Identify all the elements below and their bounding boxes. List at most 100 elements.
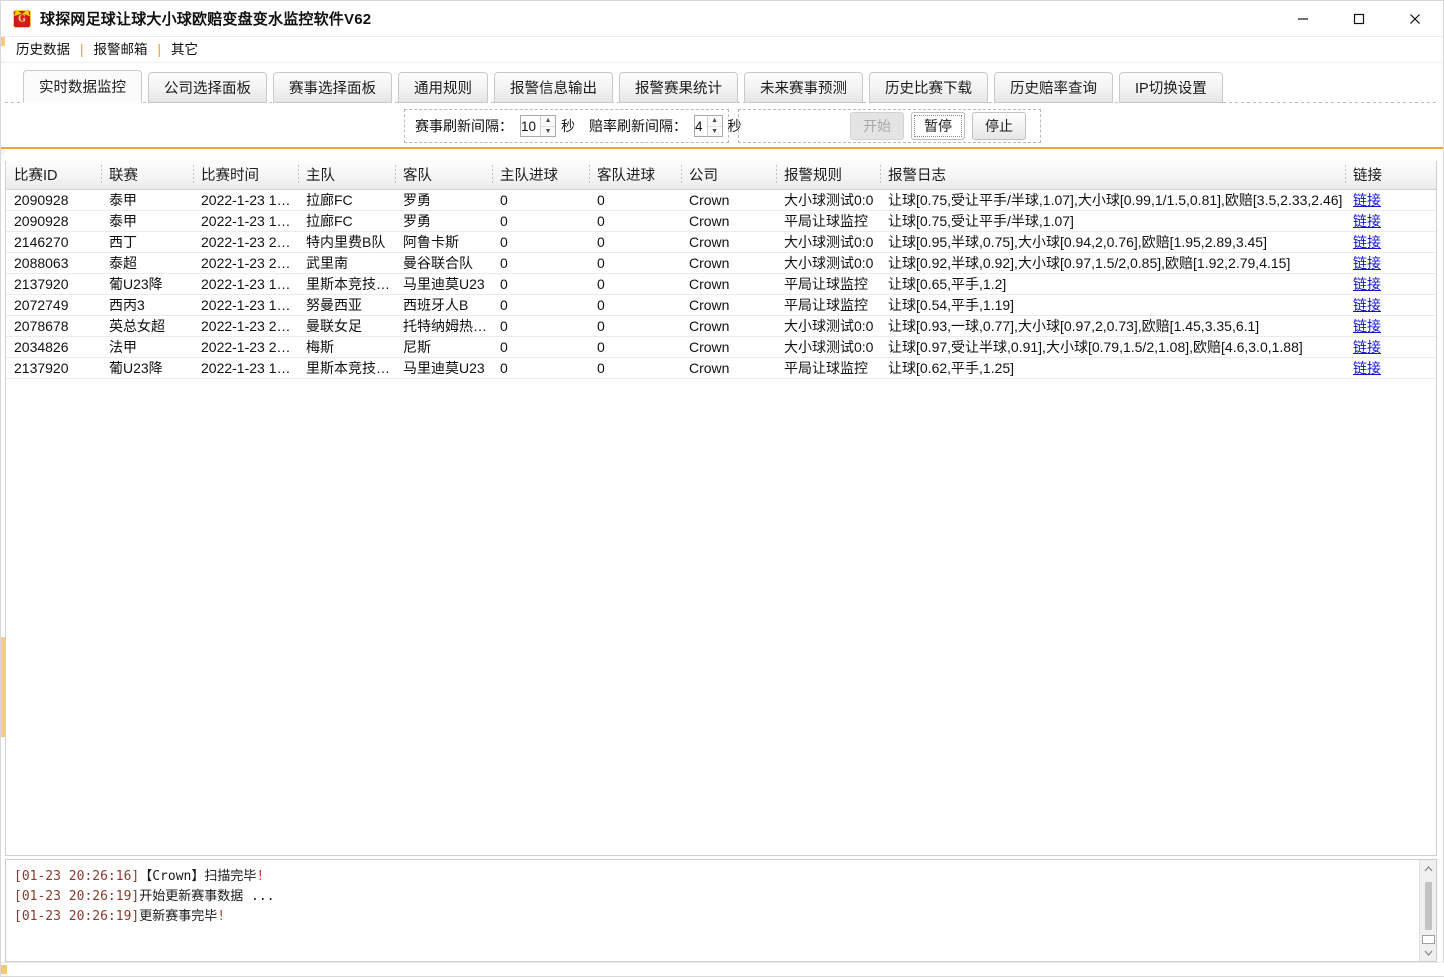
tab-match-panel[interactable]: 赛事选择面板	[273, 72, 392, 103]
cell-league: 英总女超	[101, 315, 193, 337]
column-header-link[interactable]: 链接	[1345, 161, 1436, 190]
spin-up-icon[interactable]: ▲	[707, 116, 722, 127]
cell-link[interactable]: 链接	[1345, 189, 1436, 211]
cell-home-team: 武里南	[298, 252, 395, 274]
link-anchor[interactable]: 链接	[1353, 255, 1381, 271]
scroll-track[interactable]	[1420, 877, 1437, 944]
table-row[interactable]: 2137920 葡U23降 2022-1-23 1… 里斯本竞技U23 马里迪莫U23 0…	[6, 357, 1436, 379]
scroll-up-icon[interactable]	[1420, 860, 1437, 877]
tab-alert-output[interactable]: 报警信息输出	[494, 72, 613, 103]
link-anchor[interactable]: 链接	[1353, 297, 1381, 313]
odds-refresh-value[interactable]: 4	[695, 116, 707, 136]
table-row[interactable]: 2137920 葡U23降 2022-1-23 1… 里斯本竞技U23 马里迪莫U23 0…	[6, 273, 1436, 295]
cell-home-goals: 0	[492, 357, 589, 379]
column-header-company[interactable]: 公司	[681, 161, 776, 190]
cell-home-team: 曼联女足	[298, 315, 395, 337]
link-anchor[interactable]: 链接	[1353, 213, 1381, 229]
tab-general-rules[interactable]: 通用规则	[398, 72, 488, 103]
link-anchor[interactable]: 链接	[1353, 234, 1381, 250]
tab-company-panel[interactable]: 公司选择面板	[148, 72, 267, 103]
table-row[interactable]: 2078678 英总女超 2022-1-23 2… 曼联女足 托特纳姆热刺… 0 0 Crow…	[6, 315, 1436, 337]
spin-up-icon[interactable]: ▲	[541, 116, 556, 127]
table-row[interactable]: 2088063 泰超 2022-1-23 2… 武里南 曼谷联合队 0 0 Crown 大小球测…	[6, 252, 1436, 274]
table-row[interactable]: 2090928 泰甲 2022-1-23 1… 拉廊FC 罗勇 0 0 Crown 平局让球监控…	[6, 210, 1436, 232]
log-line: [01-23 20:26:16]【Crown】扫描完毕!	[14, 867, 1419, 887]
menu-bar: 历史数据 | 报警邮箱 | 其它	[1, 37, 1443, 63]
scroll-down-icon[interactable]	[1420, 944, 1437, 961]
cell-link[interactable]: 链接	[1345, 315, 1436, 337]
cell-link[interactable]: 链接	[1345, 252, 1436, 274]
cell-company: Crown	[681, 294, 776, 316]
column-header-league[interactable]: 联赛	[101, 161, 193, 190]
tab-history-download[interactable]: 历史比赛下载	[869, 72, 988, 103]
stop-button[interactable]: 停止	[972, 112, 1026, 140]
cell-home-team: 里斯本竞技U23	[298, 357, 395, 379]
tab-future-prediction[interactable]: 未来赛事预测	[744, 72, 863, 103]
log-suffix: !	[217, 909, 226, 924]
link-anchor[interactable]: 链接	[1353, 339, 1381, 355]
column-header-away-team[interactable]: 客队	[395, 161, 492, 190]
link-anchor[interactable]: 链接	[1353, 276, 1381, 292]
menu-item-alert-mailbox[interactable]: 报警邮箱	[85, 37, 157, 63]
column-header-alert-rule[interactable]: 报警规则	[776, 161, 880, 190]
column-header-away-goals[interactable]: 客队进球	[589, 161, 681, 190]
menu-item-other[interactable]: 其它	[162, 37, 207, 63]
cell-link[interactable]: 链接	[1345, 273, 1436, 295]
cell-match-id: 2072749	[6, 294, 101, 316]
cell-link[interactable]: 链接	[1345, 336, 1436, 358]
cell-link[interactable]: 链接	[1345, 357, 1436, 379]
tab-realtime-monitor[interactable]: 实时数据监控	[23, 70, 142, 103]
column-header-home-goals[interactable]: 主队进球	[492, 161, 589, 190]
spin-down-icon[interactable]: ▼	[541, 127, 555, 137]
log-message: 【Crown】扫描完毕	[139, 869, 257, 884]
cell-match-time: 2022-1-23 2…	[193, 336, 298, 358]
link-anchor[interactable]: 链接	[1353, 360, 1381, 376]
match-refresh-value[interactable]: 10	[521, 116, 540, 136]
cell-link[interactable]: 链接	[1345, 210, 1436, 232]
log-scrollbar[interactable]	[1419, 860, 1436, 961]
cell-home-goals: 0	[492, 252, 589, 274]
cell-away-goals: 0	[589, 357, 681, 379]
tab-ip-settings[interactable]: IP切换设置	[1119, 72, 1223, 103]
menu-item-history-data[interactable]: 历史数据	[7, 37, 79, 63]
table-row[interactable]: 2034826 法甲 2022-1-23 2… 梅斯 尼斯 0 0 Crown 大小球测试0:0…	[6, 336, 1436, 358]
minimize-icon[interactable]	[1275, 1, 1331, 37]
cell-match-id: 2090928	[6, 189, 101, 211]
cell-away-goals: 0	[589, 210, 681, 232]
cell-alert-rule: 大小球测试0:0	[776, 252, 880, 274]
odds-refresh-stepper[interactable]: 4 ▲ ▼	[694, 115, 723, 137]
column-header-match-id[interactable]: 比赛ID	[6, 161, 101, 190]
scroll-thumb[interactable]	[1424, 882, 1432, 930]
column-header-match-time[interactable]: 比赛时间	[193, 161, 298, 190]
odds-refresh-arrows[interactable]: ▲ ▼	[706, 116, 722, 137]
table-row[interactable]: 2146270 西丁 2022-1-23 2… 特内里费B队 阿鲁卡斯 0 0 Crown 大小…	[6, 231, 1436, 253]
tab-label: 赛事选择面板	[289, 81, 376, 97]
pause-button[interactable]: 暂停	[911, 112, 965, 140]
column-header-alert-log[interactable]: 报警日志	[880, 161, 1345, 190]
match-refresh-stepper[interactable]: 10 ▲ ▼	[520, 115, 557, 137]
close-icon[interactable]	[1387, 1, 1443, 37]
tab-alert-stats[interactable]: 报警赛果统计	[619, 72, 738, 103]
table-row[interactable]: 2090928 泰甲 2022-1-23 1… 拉廊FC 罗勇 0 0 Crown 大小球测试0…	[6, 189, 1436, 211]
cell-alert-rule: 平局让球监控	[776, 294, 880, 316]
table-row[interactable]: 2072749 西丙3 2022-1-23 1… 努曼西亚 西班牙人B 0 0 Crown 平局…	[6, 294, 1436, 316]
cell-home-team: 特内里费B队	[298, 231, 395, 253]
cell-home-goals: 0	[492, 189, 589, 211]
cell-away-team: 托特纳姆热刺…	[395, 315, 492, 337]
window-controls	[1275, 1, 1443, 37]
window-title: 球探网足球让球大小球欧赔变盘变水监控软件V62	[40, 11, 372, 28]
cell-alert-rule: 大小球测试0:0	[776, 315, 880, 337]
maximize-icon[interactable]	[1331, 1, 1387, 37]
link-anchor[interactable]: 链接	[1353, 318, 1381, 334]
link-anchor[interactable]: 链接	[1353, 192, 1381, 208]
match-refresh-arrows[interactable]: ▲ ▼	[540, 116, 556, 137]
cell-link[interactable]: 链接	[1345, 294, 1436, 316]
cell-match-time: 2022-1-23 2…	[193, 252, 298, 274]
tab-history-odds-query[interactable]: 历史赔率查询	[994, 72, 1113, 103]
spin-down-icon[interactable]: ▼	[708, 127, 722, 137]
log-text-area[interactable]: [01-23 20:26:16]【Crown】扫描完毕! [01-23 20:26…	[6, 860, 1419, 961]
cell-link[interactable]: 链接	[1345, 231, 1436, 253]
cell-match-time: 2022-1-23 1…	[193, 189, 298, 211]
column-header-home-team[interactable]: 主队	[298, 161, 395, 190]
start-button[interactable]: 开始	[850, 112, 904, 140]
